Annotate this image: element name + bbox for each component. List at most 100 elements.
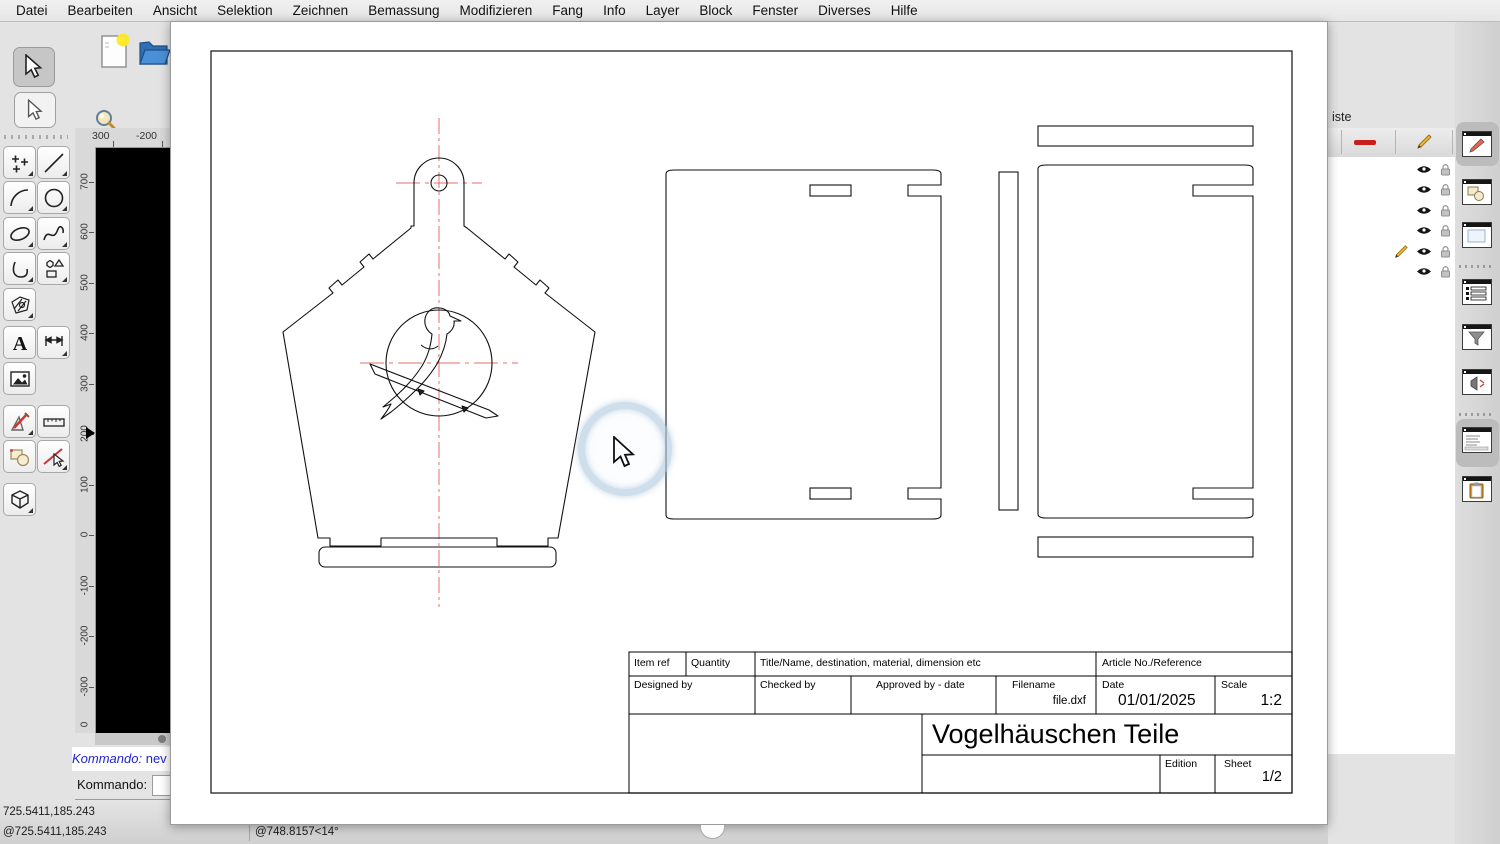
menu-selektion[interactable]: Selektion [207,0,283,21]
dock-library-browser-icon[interactable] [1459,275,1495,309]
polyline-tools-button[interactable] [3,252,36,285]
layer-lock-icon[interactable] [1440,245,1451,258]
filename-value[interactable]: file.dxf [996,695,1086,707]
dock-block-list-icon[interactable] [1459,175,1495,209]
menu-fenster[interactable]: Fenster [742,0,808,21]
scrollbar-thumb[interactable] [158,735,166,743]
new-document-icon[interactable] [99,32,131,75]
line-tools-button[interactable] [37,146,70,179]
checked-by-label[interactable]: Checked by [760,679,815,691]
layer-lock-icon[interactable] [1440,224,1451,237]
edit-layer-pencil-icon[interactable] [1414,133,1432,151]
side-panel-2[interactable] [1038,126,1253,557]
draft-tools-button[interactable] [3,405,36,438]
modify-tools-button[interactable] [3,440,36,473]
edition-label[interactable]: Edition [1165,758,1197,770]
layer-lock-icon[interactable] [1440,183,1451,196]
side-panel-1[interactable] [666,170,941,519]
selection-alt-tool-button[interactable] [14,92,56,128]
menu-block[interactable]: Block [689,0,742,21]
sheet-value[interactable]: 1/2 [1212,769,1282,785]
menu-layer[interactable]: Layer [636,0,690,21]
dock-view-list-icon[interactable] [1459,218,1495,252]
solid-tools-button[interactable] [3,483,36,516]
dock-clipboard-icon[interactable] [1459,472,1495,506]
open-folder-icon[interactable] [137,31,170,75]
palette-drag-handle[interactable] [4,135,68,139]
ellipse-tools-button[interactable] [3,217,36,250]
menu-zeichnen[interactable]: Zeichnen [283,0,359,21]
layer-visible-eye-icon[interactable] [1416,164,1432,175]
menu-hilfe[interactable]: Hilfe [881,0,928,21]
birdhouse-outline[interactable] [283,158,595,546]
layer-panel: iste [1328,21,1455,844]
layer-row[interactable] [1328,201,1455,221]
text-tool-button[interactable]: A [3,326,36,359]
layer-row[interactable] [1328,221,1455,241]
article-label[interactable]: Article No./Reference [1102,657,1202,669]
sheet-frame[interactable] [211,51,1292,793]
strip-piece[interactable] [999,172,1018,510]
status-separator [249,823,250,841]
menu-ansicht[interactable]: Ansicht [143,0,207,21]
dock-layer-list-icon[interactable] [1459,127,1495,161]
approved-by-label[interactable]: Approved by - date [876,679,965,691]
menu-fang[interactable]: Fang [542,0,593,21]
menu-modifizieren[interactable]: Modifizieren [450,0,543,21]
layer-row-current[interactable] [1328,242,1455,262]
layer-visible-eye-icon[interactable] [1416,205,1432,216]
date-label[interactable]: Date [1102,679,1124,691]
date-value[interactable]: 01/01/2025 [1118,692,1196,710]
selection-tool-button[interactable] [13,47,55,87]
ruler-icon [42,410,66,434]
menu-datei[interactable]: Datei [6,0,58,21]
top-bar-piece[interactable] [1038,126,1253,146]
layer-visible-eye-icon[interactable] [1416,225,1432,236]
hatch-tools-button[interactable] [3,288,36,321]
dock-selection-filter-icon[interactable] [1459,320,1495,354]
layer-visible-eye-icon[interactable] [1416,266,1432,277]
layer-row[interactable] [1328,262,1455,282]
title-name-label[interactable]: Title/Name, destination, material, dimen… [760,657,981,669]
item-ref-label[interactable]: Item ref [634,657,670,669]
shape-tools-button[interactable] [37,252,70,285]
slot[interactable] [810,488,851,499]
layer-lock-icon[interactable] [1440,204,1451,217]
designed-by-label[interactable]: Designed by [634,679,692,691]
quantity-label[interactable]: Quantity [691,657,730,669]
measure-tool-button[interactable] [37,405,70,438]
drawing-canvas-background[interactable] [95,147,170,733]
filename-label[interactable]: Filename [1012,679,1055,691]
spline-tools-button[interactable] [37,217,70,250]
bottom-bar-piece[interactable] [1038,537,1253,557]
drawing-title[interactable]: Vogelhäuschen Teile [932,719,1179,750]
dock-command-history-icon[interactable] [1459,365,1495,399]
layer-row[interactable] [1328,180,1455,200]
layer-lock-icon[interactable] [1440,163,1451,176]
layer-visible-eye-icon[interactable] [1416,246,1432,257]
command-input[interactable] [152,775,172,796]
point-tools-button[interactable] [3,146,36,179]
menu-bemassung[interactable]: Bemassung [358,0,449,21]
menu-info[interactable]: Info [593,0,636,21]
layer-lock-icon[interactable] [1440,265,1451,278]
dock-property-editor-icon[interactable] [1459,423,1495,457]
left-tool-palette: A [0,21,75,800]
branch[interactable] [370,364,498,418]
menu-diverses[interactable]: Diverses [808,0,881,21]
scale-label[interactable]: Scale [1221,679,1247,691]
slot[interactable] [810,185,851,196]
layer-row[interactable] [1328,160,1455,180]
trim-tool-button[interactable] [37,440,70,473]
image-tool-button[interactable] [3,362,36,395]
circle-tools-button[interactable] [37,181,70,214]
arc-tools-button[interactable] [3,181,36,214]
layer-list [1328,157,1455,754]
layer-visible-eye-icon[interactable] [1416,184,1432,195]
remove-layer-icon[interactable] [1354,140,1376,145]
birdhouse-bottom-bar[interactable] [319,547,556,567]
menu-bearbeiten[interactable]: Bearbeiten [58,0,143,21]
scale-value[interactable]: 1:2 [1212,692,1282,710]
horizontal-scrollbar[interactable] [95,733,170,745]
dimension-tools-button[interactable] [37,326,70,359]
